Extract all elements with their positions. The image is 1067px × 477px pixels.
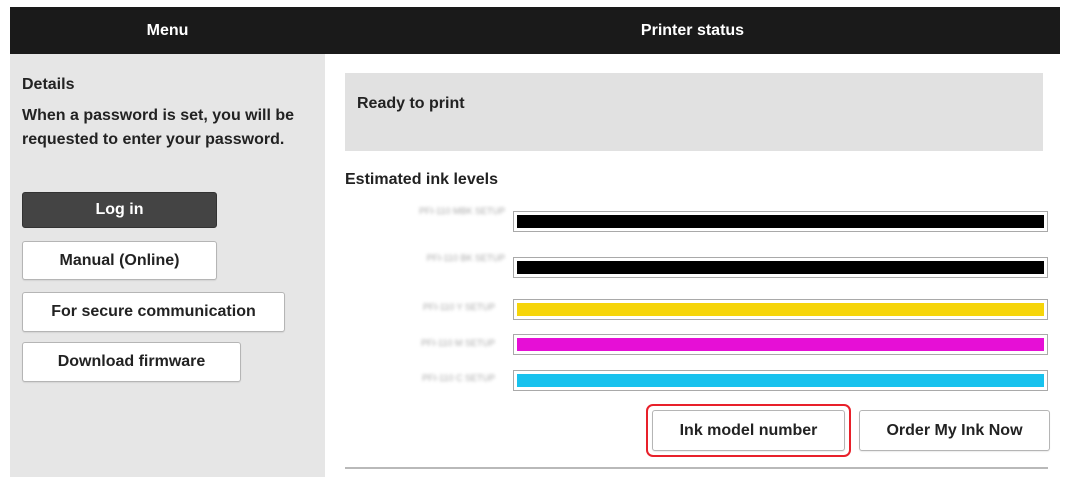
ink-label: PFI-110 MBK SETUP bbox=[419, 206, 505, 216]
ink-level-bar bbox=[513, 334, 1048, 355]
ink-label: PFI-110 BK SETUP bbox=[426, 253, 505, 263]
ink-level-fill bbox=[517, 338, 1044, 351]
header-bar: Menu Printer status bbox=[10, 7, 1060, 54]
printer-web-ui: Menu Printer status Details When a passw… bbox=[10, 7, 1060, 477]
details-title: Details bbox=[22, 76, 75, 93]
divider bbox=[345, 467, 1048, 469]
status-box: Ready to print bbox=[345, 73, 1043, 151]
ink-model-number-button[interactable]: Ink model number bbox=[652, 410, 845, 451]
ink-level-fill bbox=[517, 215, 1044, 228]
order-my-ink-now-button[interactable]: Order My Ink Now bbox=[859, 410, 1050, 451]
secure-communication-button[interactable]: For secure communication bbox=[22, 292, 285, 332]
download-firmware-button[interactable]: Download firmware bbox=[22, 342, 241, 382]
ink-level-bar bbox=[513, 299, 1048, 320]
ink-levels-title: Estimated ink levels bbox=[345, 171, 498, 188]
status-text: Ready to print bbox=[357, 95, 465, 112]
ink-level-fill bbox=[517, 303, 1044, 316]
menu-sidebar: Details When a password is set, you will… bbox=[10, 54, 325, 477]
login-button[interactable]: Log in bbox=[22, 192, 217, 228]
ink-level-fill bbox=[517, 374, 1044, 387]
ink-level-bar bbox=[513, 370, 1048, 391]
ink-label: PFI-110 Y SETUP bbox=[422, 302, 495, 312]
ink-level-bar bbox=[513, 257, 1048, 278]
ink-label: PFI-110 C SETUP bbox=[422, 373, 495, 383]
printer-status-heading: Printer status bbox=[640, 22, 745, 39]
ink-label: PFI-110 M SETUP bbox=[421, 338, 495, 348]
printer-status-panel: Ready to print Estimated ink levels PFI-… bbox=[325, 54, 1060, 477]
menu-heading: Menu bbox=[146, 22, 189, 39]
ink-level-bar bbox=[513, 211, 1048, 232]
details-text: When a password is set, you will be requ… bbox=[22, 107, 295, 148]
manual-online-button[interactable]: Manual (Online) bbox=[22, 241, 217, 280]
ink-level-fill bbox=[517, 261, 1044, 274]
